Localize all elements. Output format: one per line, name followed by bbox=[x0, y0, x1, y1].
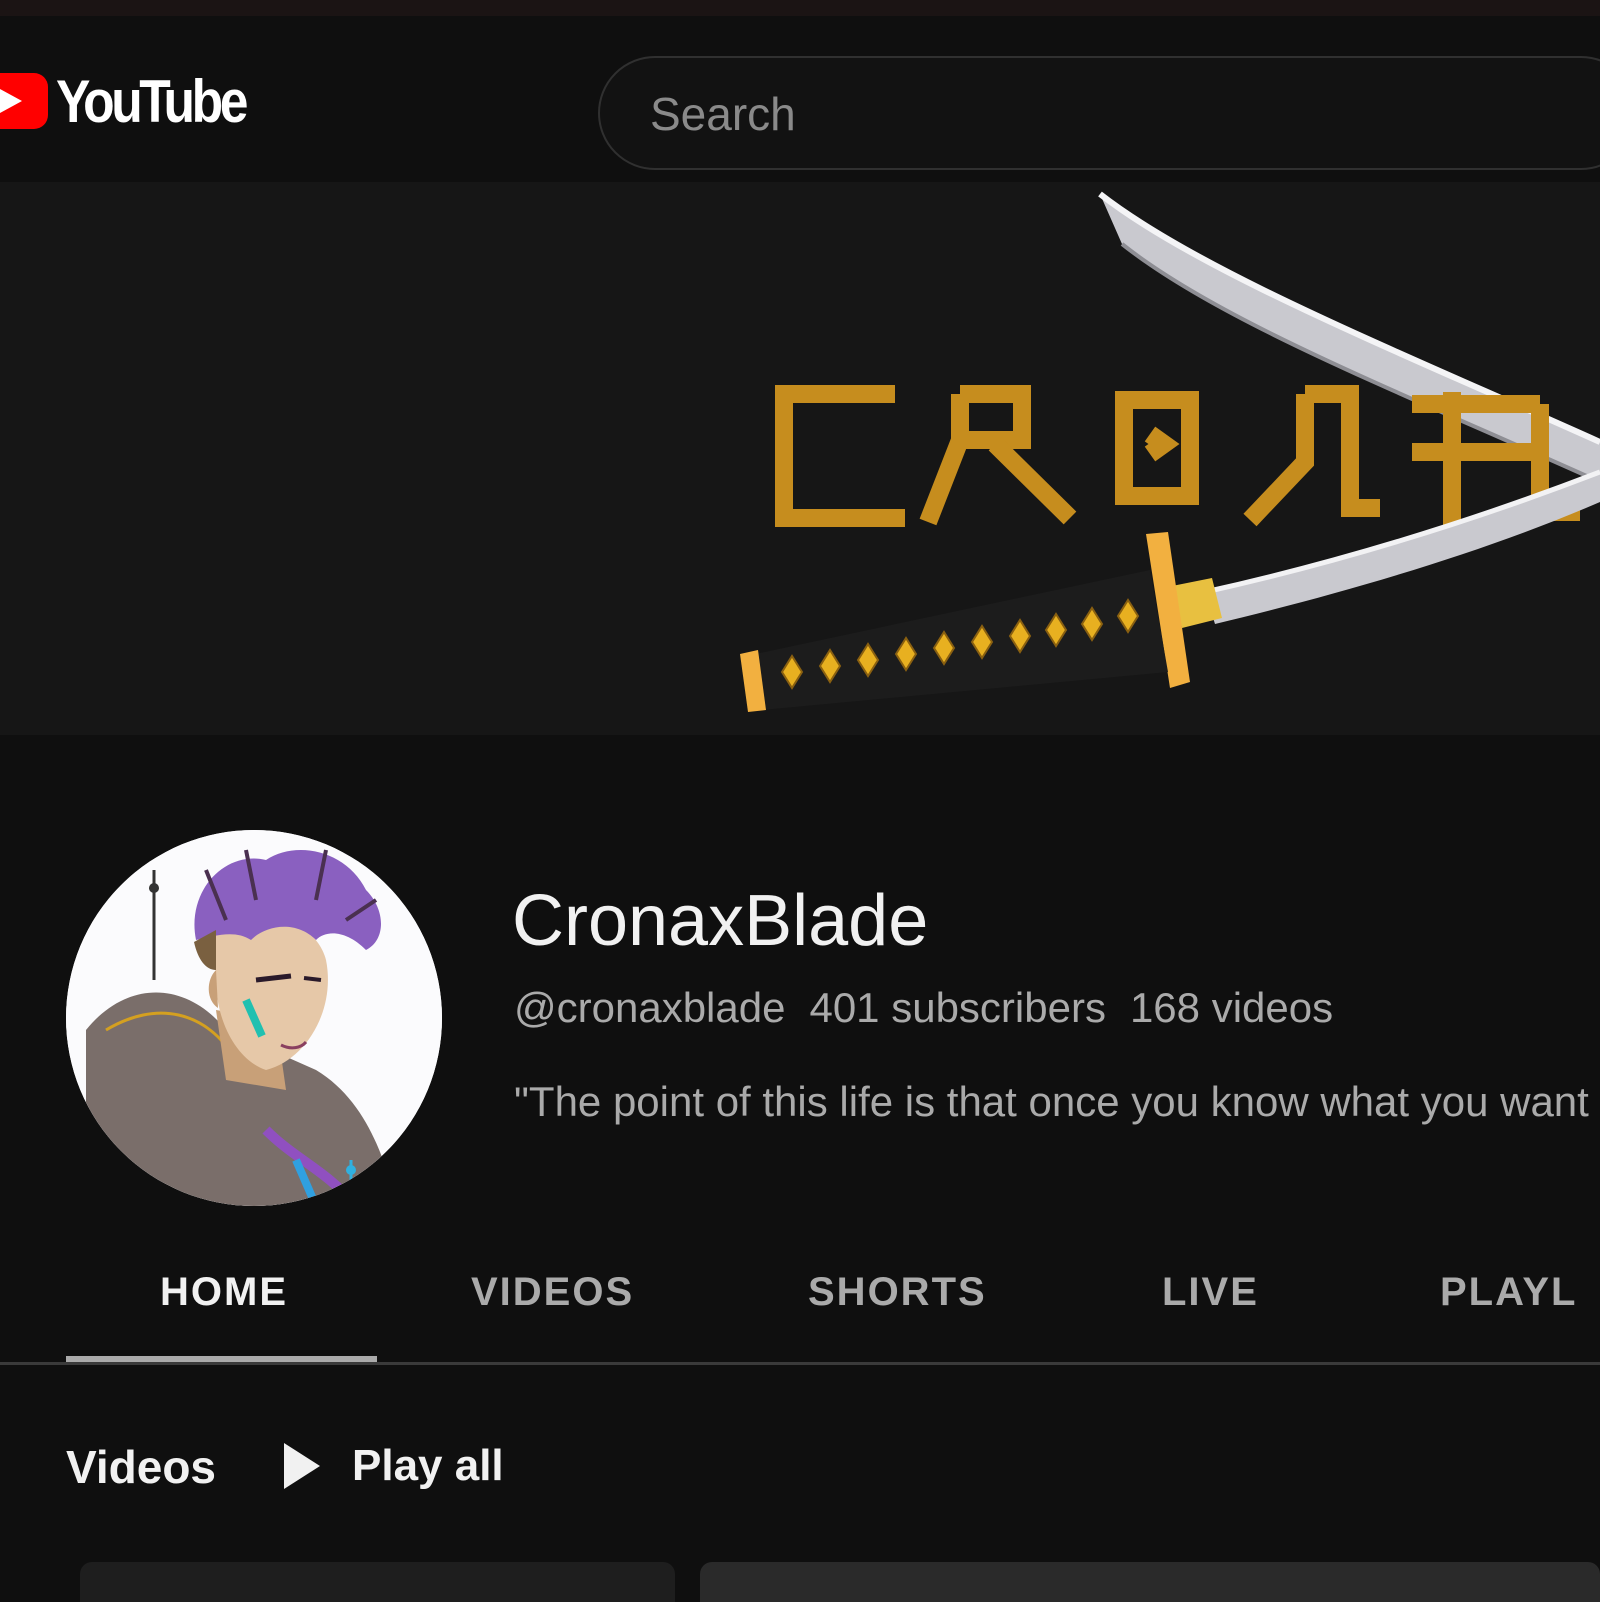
tabs-divider bbox=[0, 1362, 1600, 1365]
subscriber-count: 401 subscribers bbox=[809, 984, 1106, 1031]
play-icon bbox=[284, 1443, 320, 1489]
youtube-logo[interactable]: YouTube bbox=[0, 68, 276, 135]
channel-handle: @cronaxblade bbox=[514, 984, 786, 1031]
tab-playlists[interactable]: PLAYL bbox=[1440, 1270, 1577, 1315]
youtube-wordmark: YouTube bbox=[56, 67, 248, 135]
channel-tabs: HOME VIDEOS SHORTS LIVE PLAYL bbox=[0, 1240, 1600, 1364]
masthead: YouTube bbox=[0, 16, 1600, 182]
youtube-play-icon bbox=[0, 73, 48, 129]
tab-shorts[interactable]: SHORTS bbox=[808, 1270, 987, 1315]
video-thumbnail[interactable] bbox=[700, 1562, 1600, 1602]
search-input[interactable] bbox=[648, 58, 1552, 170]
section-title: Videos bbox=[66, 1441, 216, 1493]
channel-description[interactable]: "The point of this life is that once you… bbox=[514, 1078, 1589, 1126]
channel-avatar[interactable] bbox=[66, 830, 442, 1206]
browser-top-strip bbox=[0, 0, 1600, 16]
tab-videos[interactable]: VIDEOS bbox=[471, 1270, 634, 1315]
katana-banner-art bbox=[740, 191, 1600, 712]
avatar-illustration bbox=[66, 830, 442, 1206]
video-thumbnail[interactable] bbox=[80, 1562, 675, 1602]
channel-meta: @cronaxblade 401 subscribers 168 videos bbox=[514, 984, 1357, 1032]
tab-live[interactable]: LIVE bbox=[1162, 1270, 1259, 1315]
channel-banner bbox=[0, 182, 1600, 735]
tab-home[interactable]: HOME bbox=[160, 1270, 288, 1315]
play-all-button[interactable]: Play all bbox=[282, 1438, 504, 1494]
search-box[interactable] bbox=[598, 56, 1600, 170]
channel-name: CronaxBlade bbox=[512, 881, 929, 961]
play-all-label: Play all bbox=[352, 1441, 504, 1490]
video-count: 168 videos bbox=[1129, 984, 1334, 1031]
